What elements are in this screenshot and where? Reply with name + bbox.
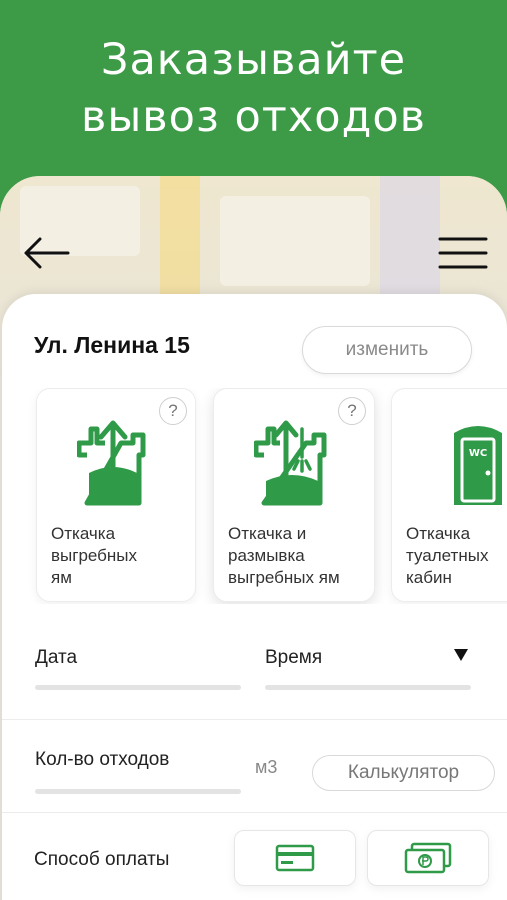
address-title: Ул. Ленина 15 — [34, 332, 190, 358]
order-sheet: Ул. Ленина 15 изменить ? Откачка выгребн… — [2, 294, 507, 900]
help-button[interactable]: ? — [159, 397, 187, 425]
promo-title-line-1: Заказывайте — [100, 35, 407, 85]
toilet-cabin-icon: WC — [454, 426, 502, 505]
service-label: Откачка выгребных ям — [51, 524, 138, 587]
divider — [2, 719, 507, 720]
waste-amount-label: Кол-во отходов — [35, 749, 170, 770]
pay-by-cash-button[interactable] — [367, 830, 489, 886]
service-card-pit-pumping[interactable]: ? Откачка выгребных ям — [36, 388, 196, 602]
hamburger-menu-icon[interactable] — [438, 236, 488, 270]
pit-wash-icon — [254, 420, 327, 506]
service-label: Откачка туалетных кабин — [406, 524, 489, 587]
waste-amount-input[interactable] — [35, 789, 241, 794]
service-carousel[interactable]: ? Откачка выгребных ям ? Откачка и размы… — [2, 388, 507, 604]
back-arrow-icon[interactable] — [22, 236, 70, 270]
change-address-button[interactable]: изменить — [302, 326, 472, 374]
time-label: Время — [265, 647, 323, 668]
promo-header: Заказывайте вывоз отходов — [0, 0, 507, 180]
calculator-button[interactable]: Калькулятор — [312, 755, 495, 791]
service-card-toilet-cabins[interactable]: WC Откачка туалетных кабин — [391, 388, 507, 602]
date-input[interactable] — [35, 685, 241, 690]
service-card-pit-washing[interactable]: ? Откачка и размывка выгребных ям — [213, 388, 375, 602]
unit-label: м3 — [255, 757, 278, 777]
payment-method-label: Способ оплаты — [34, 849, 170, 870]
app-screen: Ул. Ленина 15 изменить ? Откачка выгребн… — [0, 176, 507, 900]
dropdown-arrow-icon[interactable] — [454, 649, 468, 661]
pit-pump-icon — [77, 420, 146, 506]
card-icon — [275, 844, 315, 872]
divider — [2, 812, 507, 813]
promo-title-line-2: вывоз отходов — [81, 92, 426, 142]
date-label: Дата — [35, 647, 78, 668]
service-label: Откачка и размывка выгребных ям — [228, 524, 340, 587]
pay-by-card-button[interactable] — [234, 830, 356, 886]
time-select[interactable] — [265, 685, 471, 690]
wc-badge: WC — [469, 448, 487, 459]
cash-ruble-icon — [404, 842, 452, 874]
help-button[interactable]: ? — [338, 397, 366, 425]
